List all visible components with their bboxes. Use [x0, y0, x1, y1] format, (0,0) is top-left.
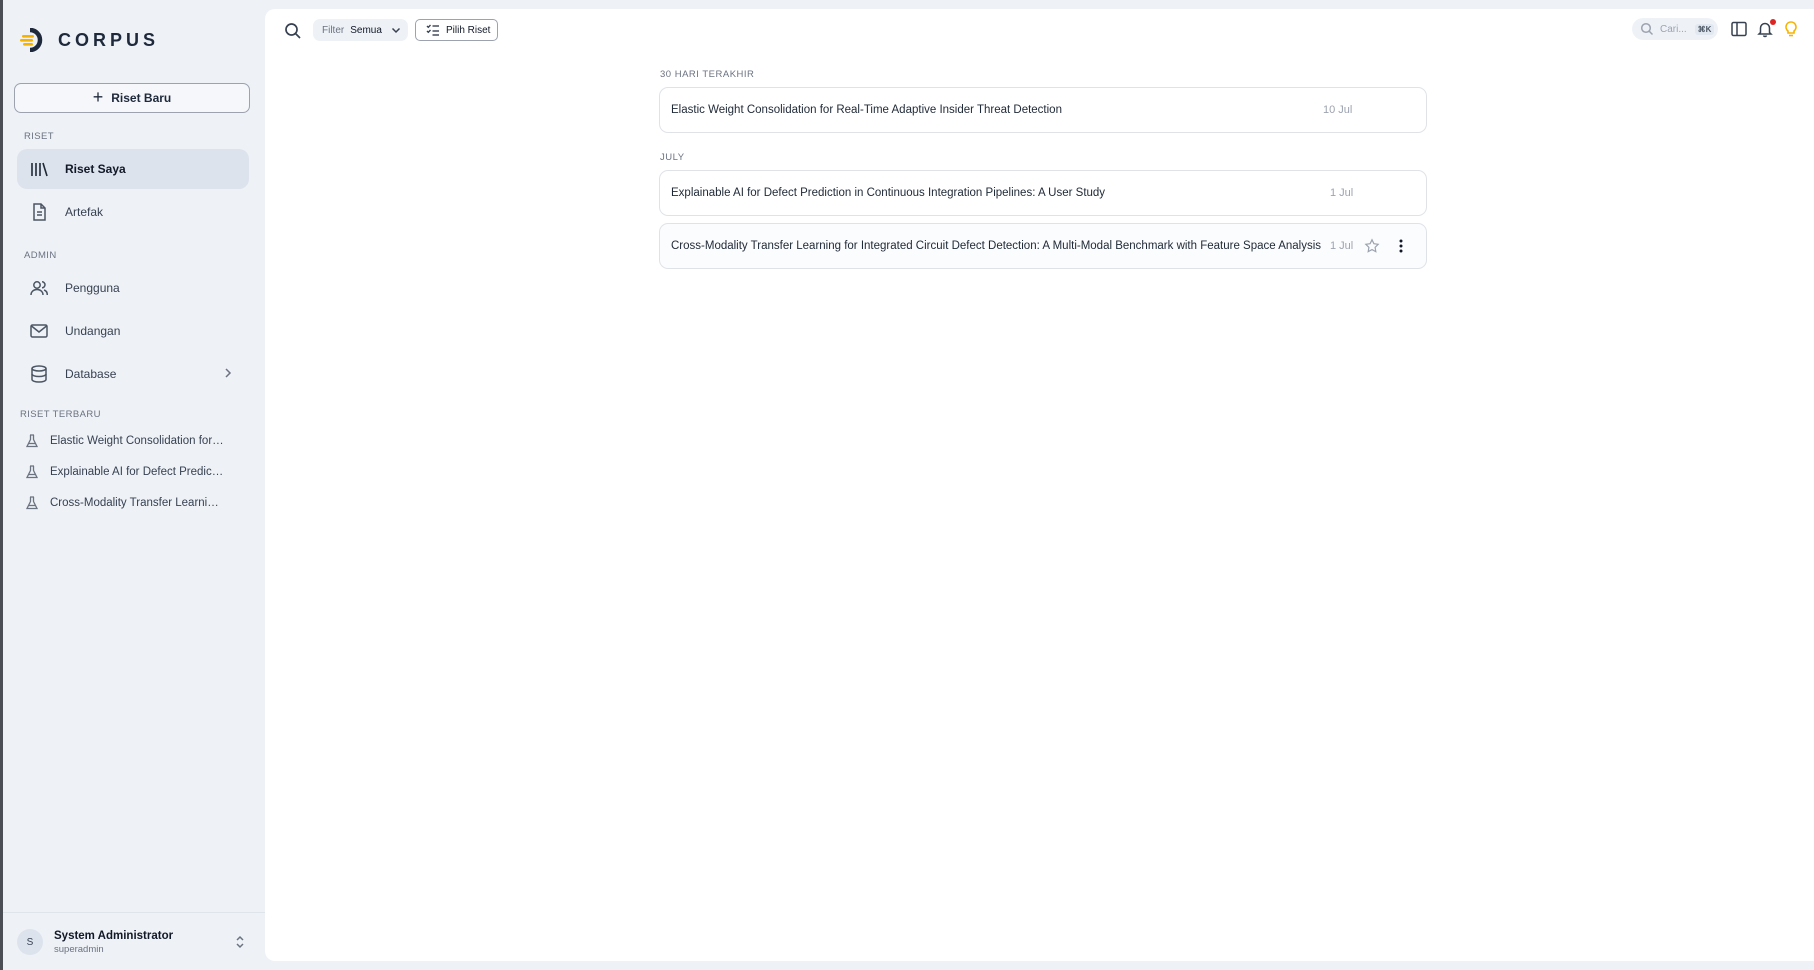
sidebar: CORPUS + Riset Baru RISET Riset Saya Art… [3, 0, 265, 970]
sidebar-item-label: Artefak [65, 205, 104, 219]
chevron-down-icon [391, 27, 400, 34]
user-name: System Administrator [54, 929, 174, 942]
lightbulb-icon[interactable] [1782, 20, 1800, 38]
new-research-label: Riset Baru [111, 91, 172, 105]
new-research-button[interactable]: + Riset Baru [14, 83, 250, 113]
research-card[interactable]: Explainable AI for Defect Prediction in … [659, 170, 1427, 216]
filter-dropdown[interactable]: Filter Semua [313, 19, 408, 41]
user-info: System Administrator superadmin [54, 930, 173, 955]
select-research-button[interactable]: Pilih Riset [415, 19, 498, 41]
main-panel: Filter Semua Pilih Riset Cari... ⌘K 30 H… [265, 9, 1814, 961]
corpus-logo-icon [20, 28, 43, 52]
document-icon [29, 202, 49, 222]
section-label-riset: RISET [24, 131, 54, 142]
flask-icon [25, 434, 39, 448]
sidebar-item-label: Pengguna [65, 281, 120, 295]
recent-research-item[interactable]: Elastic Weight Consolidation for Real-Ti… [24, 430, 224, 452]
mail-icon [29, 321, 49, 341]
research-date: 1 Jul [1330, 187, 1354, 199]
recent-research-item[interactable]: Cross-Modality Transfer Learning for Int… [24, 492, 224, 514]
search-icon[interactable] [284, 22, 302, 40]
group-label: JULY [660, 152, 685, 163]
sidebar-item-artefak[interactable]: Artefak [17, 192, 249, 232]
user-username: superadmin [54, 943, 104, 955]
section-label-recent: RISET TERBARU [20, 409, 101, 420]
recent-research-label: Cross-Modality Transfer Learning for Int… [50, 497, 224, 509]
global-search-placeholder: Cari... [1660, 23, 1687, 35]
filter-value: Semua [350, 24, 382, 36]
sidebar-item-label: Database [65, 367, 117, 381]
star-icon[interactable] [1364, 238, 1380, 254]
research-title: Explainable AI for Defect Prediction in … [671, 187, 1106, 199]
chevron-up-down-icon [236, 935, 244, 949]
recent-research-label: Explainable AI for Defect Prediction in … [50, 466, 224, 478]
sidebar-item-label: Riset Saya [65, 162, 126, 176]
research-card[interactable]: Cross-Modality Transfer Learning for Int… [659, 223, 1427, 269]
database-icon [29, 364, 49, 384]
group-label: 30 HARI TERAKHIR [660, 69, 755, 80]
sidebar-item-riset-saya[interactable]: Riset Saya [17, 149, 249, 189]
plus-icon: + [92, 87, 104, 107]
filter-label: Filter [322, 24, 345, 36]
research-title: Cross-Modality Transfer Learning for Int… [671, 240, 1322, 252]
flask-icon [25, 465, 39, 479]
research-card[interactable]: Elastic Weight Consolidation for Real-Ti… [659, 87, 1427, 133]
select-research-label: Pilih Riset [446, 24, 491, 36]
users-icon [29, 278, 49, 298]
flask-icon [25, 496, 39, 510]
avatar: S [17, 929, 43, 955]
chevron-right-icon [225, 368, 232, 378]
sidebar-toggle-icon[interactable] [1730, 20, 1748, 38]
research-title: Elastic Weight Consolidation for Real-Ti… [671, 104, 1062, 116]
recent-research-label: Elastic Weight Consolidation for Real-Ti… [50, 435, 224, 447]
research-date: 10 Jul [1323, 104, 1353, 116]
library-icon [29, 159, 49, 179]
search-icon [1640, 22, 1654, 36]
research-date: 1 Jul [1330, 240, 1354, 252]
sidebar-item-pengguna[interactable]: Pengguna [17, 268, 249, 308]
more-options-icon[interactable] [1393, 238, 1409, 254]
checklist-icon [426, 24, 439, 36]
shortcut-badge: ⌘K [1694, 23, 1715, 35]
brand-logo[interactable]: CORPUS [20, 28, 159, 52]
brand-name: CORPUS [58, 29, 160, 50]
user-menu[interactable]: S System Administrator superadmin [17, 927, 253, 957]
sidebar-item-label: Undangan [65, 324, 121, 338]
sidebar-item-database[interactable]: Database [17, 354, 249, 394]
section-label-admin: ADMIN [24, 250, 57, 261]
sidebar-divider [3, 912, 265, 913]
global-search[interactable]: Cari... ⌘K [1632, 18, 1718, 40]
sidebar-item-undangan[interactable]: Undangan [17, 311, 249, 351]
recent-research-item[interactable]: Explainable AI for Defect Prediction in … [24, 461, 224, 483]
notification-dot [1770, 19, 1776, 25]
